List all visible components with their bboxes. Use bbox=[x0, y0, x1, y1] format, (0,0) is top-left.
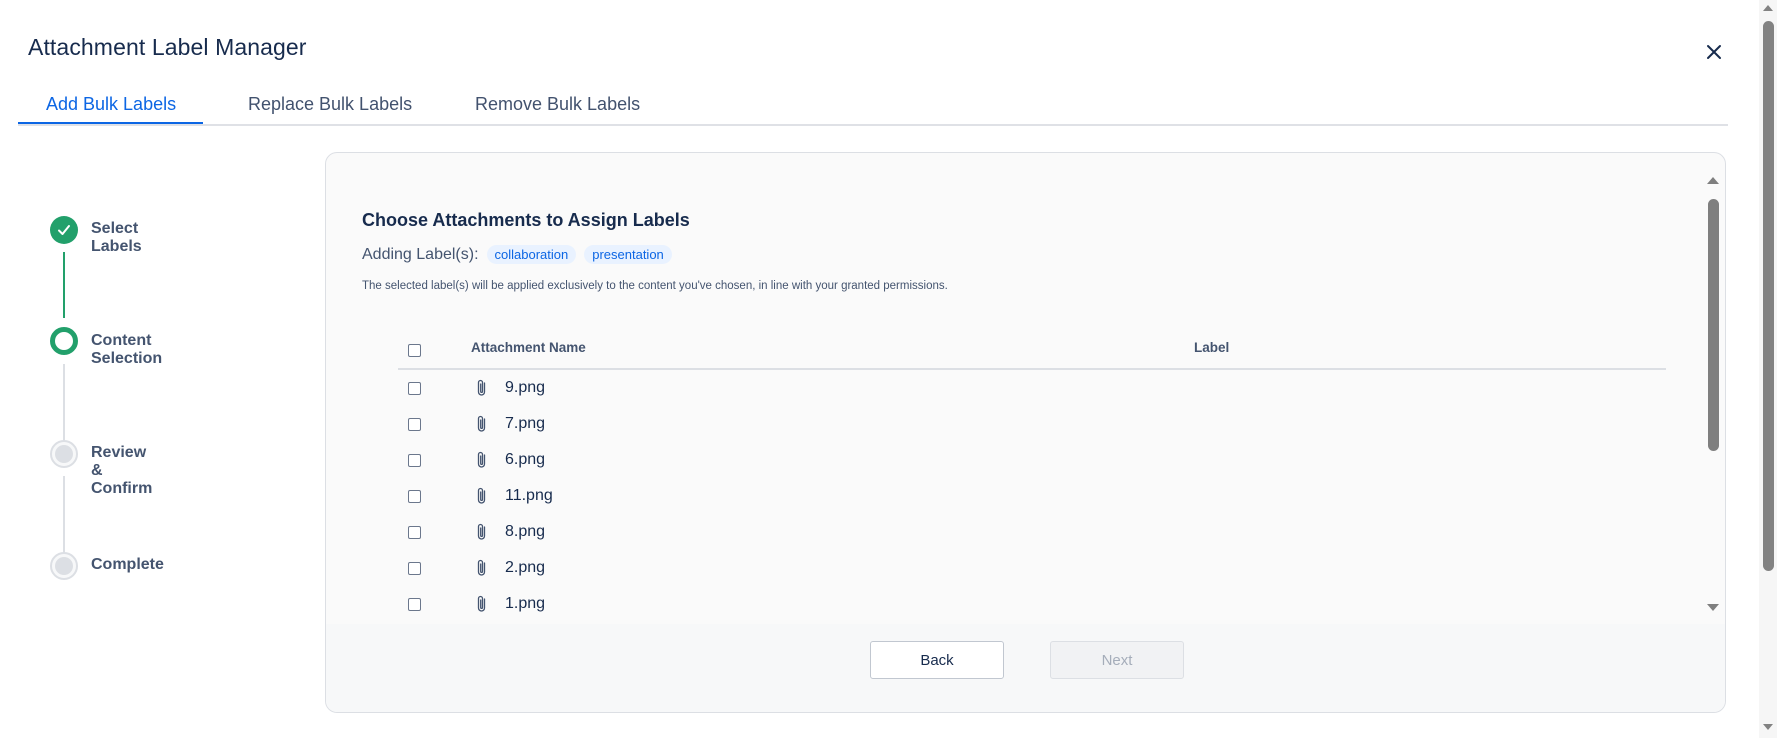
row-checkbox[interactable] bbox=[408, 454, 421, 467]
close-icon bbox=[1707, 45, 1721, 59]
close-button[interactable] bbox=[1700, 38, 1728, 66]
row-checkbox[interactable] bbox=[408, 562, 421, 575]
panel-scrollbar-thumb[interactable] bbox=[1708, 199, 1719, 451]
table-header: Attachment Name Label bbox=[398, 328, 1666, 370]
dialog-title: Attachment Label Manager bbox=[28, 34, 307, 60]
step-pending-icon bbox=[50, 440, 78, 468]
step-label-complete: Complete bbox=[91, 556, 164, 573]
step-complete-icon bbox=[50, 216, 78, 244]
content-panel: Choose Attachments to Assign Labels Addi… bbox=[325, 152, 1726, 713]
step-label-review-confirm: Review & Confirm bbox=[91, 444, 153, 497]
panel-scrollbar[interactable] bbox=[1705, 175, 1721, 615]
paperclip-icon bbox=[477, 415, 486, 432]
adding-labels-prefix: Adding Label(s): bbox=[362, 245, 479, 263]
page-scrollbar-thumb[interactable] bbox=[1763, 21, 1774, 571]
adding-labels-row: Adding Label(s): collaboration presentat… bbox=[362, 245, 672, 264]
table-row: 8.png bbox=[398, 514, 1666, 550]
paperclip-icon bbox=[477, 595, 486, 612]
paperclip-icon bbox=[477, 487, 486, 504]
tab-bar: Add Bulk Labels Replace Bulk Labels Remo… bbox=[18, 86, 1728, 126]
scroll-up-arrow-icon[interactable] bbox=[1706, 175, 1720, 185]
column-header-attachment-name: Attachment Name bbox=[471, 340, 586, 355]
next-button[interactable]: Next bbox=[1050, 641, 1184, 679]
scroll-up-arrow-icon[interactable] bbox=[1762, 3, 1774, 12]
table-row: 11.png bbox=[398, 478, 1666, 514]
table-row: 1.png bbox=[398, 586, 1666, 622]
row-checkbox[interactable] bbox=[408, 526, 421, 539]
attachment-name: 9.png bbox=[505, 379, 546, 396]
permission-note: The selected label(s) will be applied ex… bbox=[362, 280, 948, 292]
step-label-select-labels: Select Labels bbox=[91, 220, 142, 255]
table-row: 7.png bbox=[398, 406, 1666, 442]
step-label-content-selection: Content Selection bbox=[91, 332, 163, 367]
attachment-name: 7.png bbox=[505, 415, 546, 432]
label-chip: collaboration bbox=[486, 245, 577, 264]
step-current-icon bbox=[50, 327, 78, 355]
paperclip-icon bbox=[477, 451, 486, 468]
step-pending-icon bbox=[50, 552, 78, 580]
paperclip-icon bbox=[477, 559, 486, 576]
row-checkbox[interactable] bbox=[408, 418, 421, 431]
wizard-footer: Back Next bbox=[326, 624, 1725, 712]
table-row: 9.png bbox=[398, 370, 1666, 406]
panel-title: Choose Attachments to Assign Labels bbox=[362, 210, 690, 230]
select-all-checkbox[interactable] bbox=[408, 344, 421, 357]
tab-replace-bulk-labels[interactable]: Replace Bulk Labels bbox=[248, 86, 412, 124]
label-chip: presentation bbox=[584, 245, 672, 264]
attachment-name: 1.png bbox=[505, 595, 546, 612]
row-checkbox[interactable] bbox=[408, 382, 421, 395]
table-row: 6.png bbox=[398, 442, 1666, 478]
table-row: 2.png bbox=[398, 550, 1666, 586]
attachment-name: 8.png bbox=[505, 523, 546, 540]
checkmark-icon bbox=[58, 225, 70, 235]
paperclip-icon bbox=[477, 523, 486, 540]
tab-add-bulk-labels[interactable]: Add Bulk Labels bbox=[46, 86, 176, 124]
attachment-name: 6.png bbox=[505, 451, 546, 468]
paperclip-icon bbox=[477, 379, 486, 396]
page-scrollbar[interactable] bbox=[1759, 0, 1777, 738]
active-tab-indicator bbox=[18, 122, 203, 124]
step-connector bbox=[63, 364, 65, 442]
back-button[interactable]: Back bbox=[870, 641, 1004, 679]
attachment-name: 11.png bbox=[505, 487, 553, 504]
attachment-name: 2.png bbox=[505, 559, 546, 576]
step-connector bbox=[63, 252, 65, 318]
tab-remove-bulk-labels[interactable]: Remove Bulk Labels bbox=[475, 86, 640, 124]
scroll-down-arrow-icon[interactable] bbox=[1762, 723, 1774, 732]
column-header-label: Label bbox=[1194, 340, 1230, 355]
scroll-down-arrow-icon[interactable] bbox=[1706, 603, 1720, 613]
row-checkbox[interactable] bbox=[408, 598, 421, 611]
row-checkbox[interactable] bbox=[408, 490, 421, 503]
step-connector bbox=[63, 476, 65, 554]
